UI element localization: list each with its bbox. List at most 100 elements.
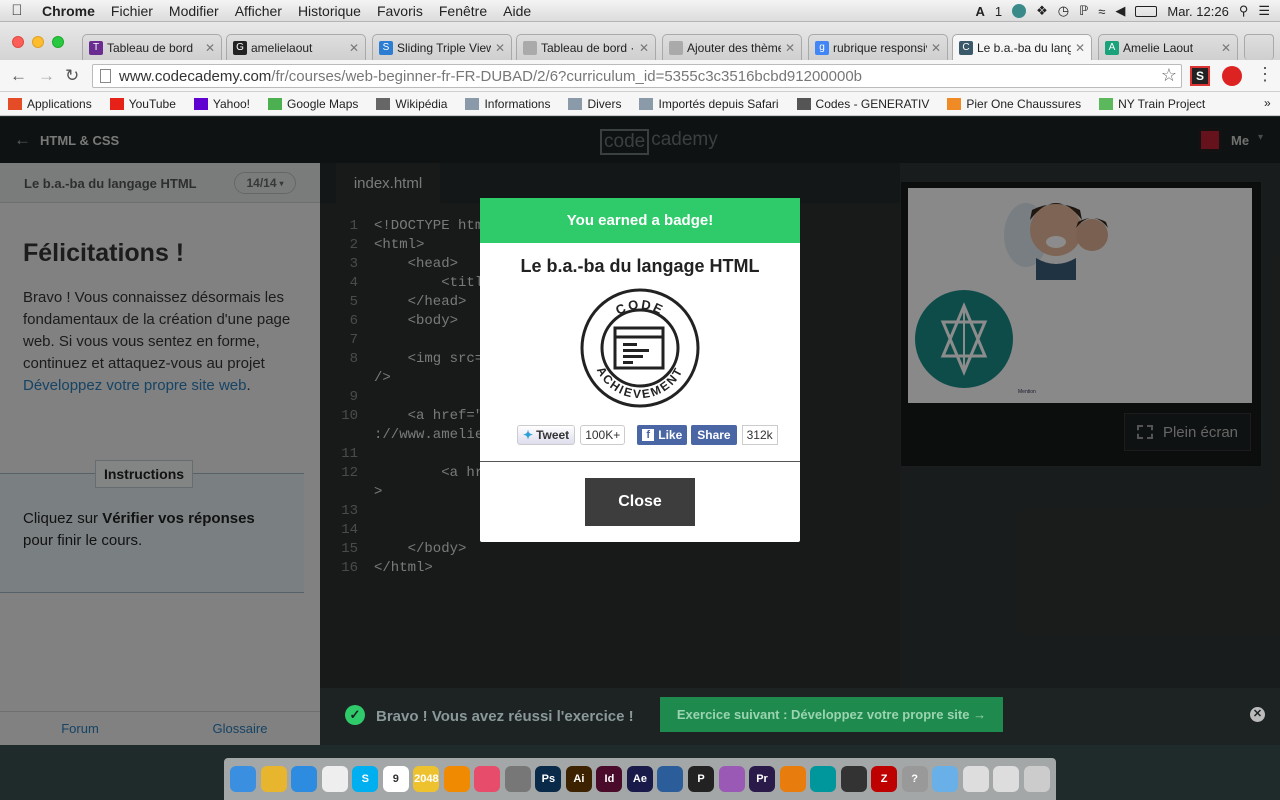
dock-blender-icon[interactable] [779, 766, 806, 792]
dropbox-icon[interactable]: ❖ [1036, 3, 1048, 19]
close-tab-icon[interactable]: ✕ [931, 41, 941, 55]
bookmark-label: NY Train Project [1118, 96, 1206, 111]
dock-podcast-icon[interactable] [718, 766, 745, 792]
bookmark-item[interactable]: Google Maps [268, 97, 358, 111]
reload-icon[interactable]: ↻ [65, 66, 79, 86]
close-icon[interactable]: ✕ [1250, 707, 1265, 722]
close-window-icon[interactable] [12, 36, 24, 48]
tab-7[interactable]: C Le b.a.-ba du langage ✕ [952, 34, 1092, 60]
close-tab-icon[interactable]: ✕ [1221, 41, 1231, 55]
tab-4[interactable]: Tableau de bord · ✕ [516, 34, 656, 60]
minimize-window-icon[interactable] [32, 36, 44, 48]
bookmark-item[interactable]: Wikipédia [376, 97, 447, 111]
bookmark-item[interactable]: Codes - GENERATIV [796, 97, 929, 111]
close-tab-icon[interactable]: ✕ [785, 41, 795, 55]
tab-2[interactable]: Gamelielaout ✕ [226, 34, 366, 60]
close-tab-icon[interactable]: ✕ [205, 41, 215, 55]
battery-icon[interactable] [1135, 5, 1158, 17]
tab-1[interactable]: T Tableau de bord ✕ [82, 34, 222, 60]
dock-arduino-icon[interactable] [810, 766, 837, 792]
back-arrow-icon[interactable]: ← [10, 66, 27, 86]
bluetooth-icon[interactable]: ℙ [1079, 3, 1088, 19]
dock-window-tool-icon[interactable] [657, 766, 684, 792]
bookmark-item[interactable]: Importés depuis Safari [639, 97, 779, 111]
dock-after-effects-icon[interactable]: Ae [626, 766, 653, 792]
close-tab-icon[interactable]: ✕ [1075, 41, 1085, 55]
zoom-window-icon[interactable] [52, 36, 64, 48]
menu-aide[interactable]: Aide [495, 3, 539, 19]
dock-chrome-icon[interactable] [260, 766, 287, 792]
volume-icon[interactable]: ◀ [1115, 3, 1125, 19]
dock-skype-icon[interactable]: S [352, 766, 379, 792]
bookmark-item[interactable]: Divers [568, 97, 621, 111]
menu-historique[interactable]: Historique [290, 3, 369, 19]
fb-share-button[interactable]: Share [691, 425, 737, 445]
modal-divider [480, 461, 800, 462]
notification-center-icon[interactable]: ☰ [1258, 3, 1270, 19]
dock-downloads-icon[interactable] [993, 766, 1020, 792]
extension-s-icon[interactable]: S [1190, 66, 1210, 86]
bookmarks-overflow-icon[interactable]: » [1264, 96, 1271, 110]
dock-vlc-icon[interactable] [443, 766, 470, 792]
bookmark-star-icon[interactable]: ☆ [1161, 65, 1177, 86]
dock-trash-icon[interactable] [1023, 766, 1050, 792]
tab-8[interactable]: A Amelie Laout ✕ [1098, 34, 1238, 60]
dock-filezilla-icon[interactable]: Z [871, 766, 898, 792]
clock[interactable]: Mar. 12:26 [1167, 4, 1228, 19]
dock-documents-icon[interactable] [962, 766, 989, 792]
bookmark-item[interactable]: NY Train Project [1099, 97, 1205, 111]
wifi-icon[interactable]: ≈ [1098, 4, 1105, 19]
dock-pixate-icon[interactable]: P [687, 766, 714, 792]
dock-github-icon[interactable] [840, 766, 867, 792]
tab-5[interactable]: Ajouter des thèmes ✕ [662, 34, 802, 60]
bookmark-label: Google Maps [287, 96, 359, 111]
bookmark-item[interactable]: YouTube [109, 97, 176, 111]
bookmark-item[interactable]: Pier One Chaussures [947, 97, 1081, 111]
new-tab-button[interactable] [1244, 34, 1274, 60]
next-exercise-button[interactable]: Exercice suivant : Développez votre prop… [660, 697, 1003, 732]
menu-modifier[interactable]: Modifier [161, 3, 227, 19]
apple-icon[interactable]:  [0, 2, 34, 19]
menu-fenetre[interactable]: Fenêtre [431, 3, 495, 19]
spotlight-icon[interactable]: ⚲ [1239, 3, 1249, 19]
like-label: Like [658, 428, 683, 442]
tab-3[interactable]: S Sliding Triple View ✕ [372, 34, 512, 60]
dock-illustrator-icon[interactable]: Ai [565, 766, 592, 792]
dock-folder-icon[interactable] [932, 766, 959, 792]
bookmark-label: Wikipédia [395, 96, 448, 111]
bookmark-icon [109, 97, 124, 110]
dock-calendar-icon[interactable]: 9 [382, 766, 409, 792]
address-bar[interactable]: www.codecademy.com/fr/courses/web-beginn… [92, 64, 1182, 88]
time-machine-icon[interactable]: ◷ [1058, 3, 1069, 19]
menu-afficher[interactable]: Afficher [227, 3, 290, 19]
fb-like-button[interactable]: f Like [637, 425, 688, 445]
dock-finder-icon[interactable] [230, 766, 257, 792]
dock-2048-icon[interactable]: 2048 [413, 766, 440, 792]
sync-status-icon[interactable] [1012, 4, 1027, 18]
dock-textedit-icon[interactable] [321, 766, 348, 792]
page-icon [100, 69, 111, 83]
menu-fichier[interactable]: Fichier [103, 3, 161, 19]
dock-photoshop-icon[interactable]: Ps [535, 766, 562, 792]
close-tab-icon[interactable]: ✕ [349, 41, 359, 55]
dock-premiere-icon[interactable]: Pr [749, 766, 776, 792]
dock-help-icon[interactable]: ? [901, 766, 928, 792]
tab-6[interactable]: g rubrique responsive ✕ [808, 34, 948, 60]
dock-itunes-icon[interactable] [474, 766, 501, 792]
close-tab-icon[interactable]: ✕ [639, 41, 649, 55]
forward-arrow-icon[interactable]: → [38, 66, 55, 86]
adobe-status-icon[interactable]: A [975, 4, 984, 19]
bookmark-item[interactable]: Informations [465, 97, 550, 111]
menu-favoris[interactable]: Favoris [369, 3, 431, 19]
close-tab-icon[interactable]: ✕ [495, 41, 505, 55]
tweet-button[interactable]: ✦ Tweet [517, 425, 576, 445]
adblock-icon[interactable] [1222, 66, 1242, 86]
dock-indesign-icon[interactable]: Id [596, 766, 623, 792]
menu-app-name[interactable]: Chrome [34, 3, 103, 19]
chrome-menu-icon[interactable]: ⋮ [1256, 64, 1274, 85]
dock-font-book-icon[interactable] [504, 766, 531, 792]
dock-safari-icon[interactable] [291, 766, 318, 792]
bookmark-item[interactable]: Applications [8, 97, 92, 111]
bookmark-item[interactable]: Yahoo! [193, 97, 250, 111]
close-button[interactable]: Close [585, 478, 695, 526]
